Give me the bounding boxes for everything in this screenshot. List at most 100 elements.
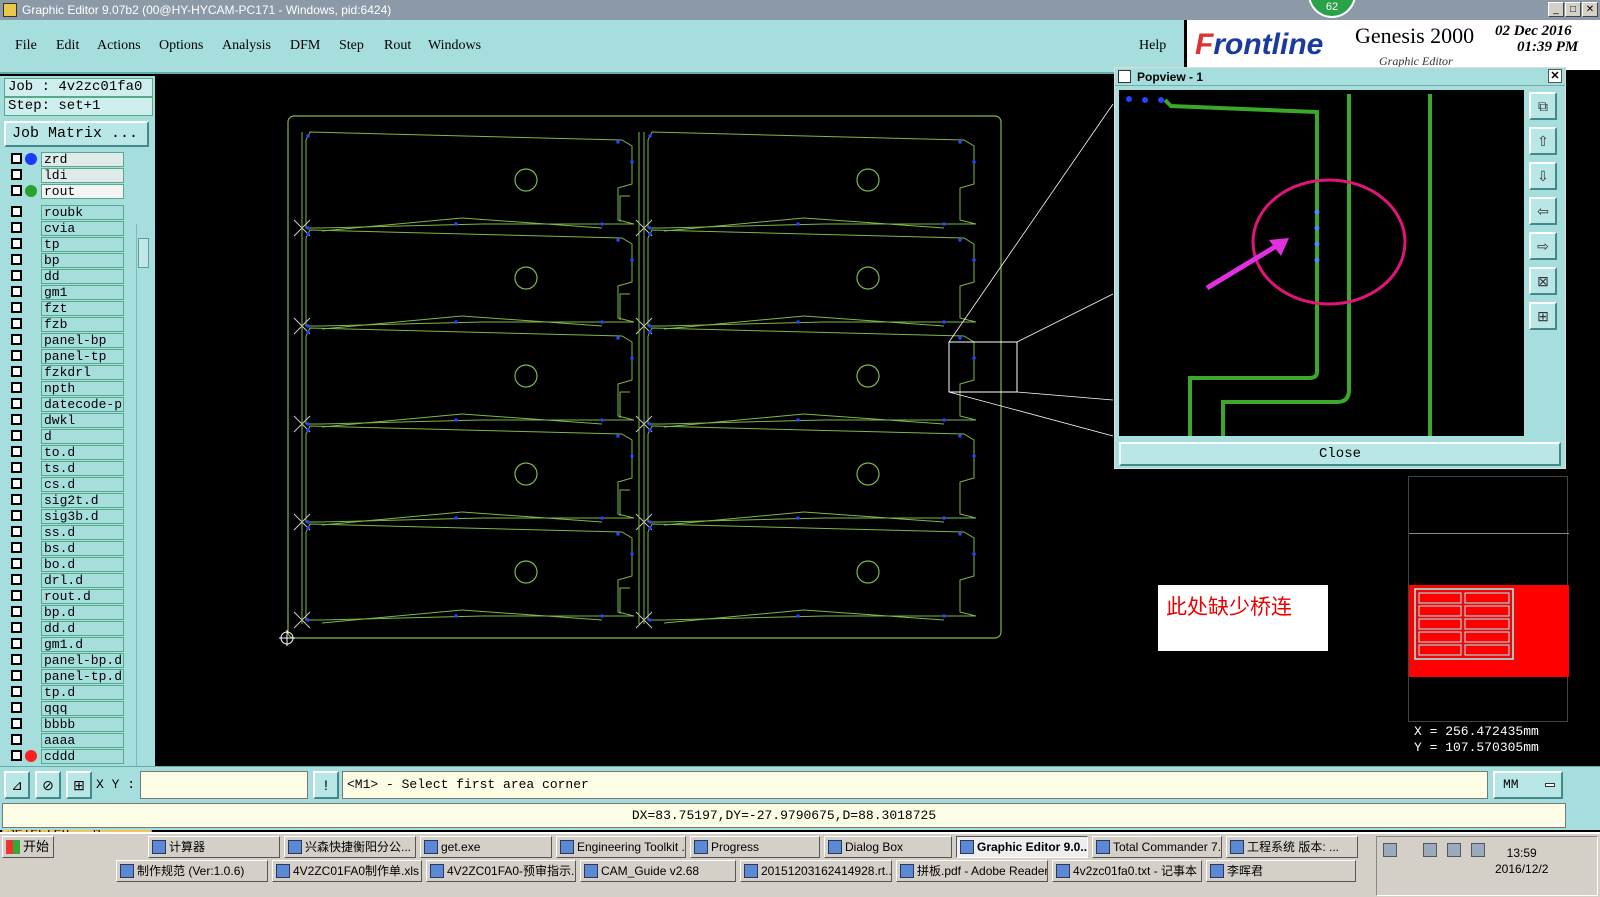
layer-name[interactable]: roubk [41, 205, 124, 220]
layer-row[interactable]: panel-tp [4, 348, 124, 364]
security-icon[interactable] [1447, 843, 1461, 857]
minimize-button[interactable]: _ [1548, 2, 1564, 17]
menu-file[interactable]: File [15, 38, 37, 54]
menu-help[interactable]: Help [1139, 38, 1166, 54]
layer-name[interactable]: bp [41, 253, 124, 268]
layer-name[interactable]: panel-tp [41, 349, 124, 364]
layer-row[interactable]: cddd [4, 748, 124, 764]
layer-checkbox[interactable] [11, 185, 22, 196]
menu-dfm[interactable]: DFM [290, 38, 320, 54]
layer-name[interactable]: rout [41, 184, 124, 199]
layer-row[interactable]: panel-bp.d [4, 652, 124, 668]
taskbar-item[interactable]: 拼板.pdf - Adobe Reader [896, 860, 1048, 882]
taskbar-item[interactable]: CAM_Guide v2.68 [580, 860, 736, 882]
menu-rout[interactable]: Rout [384, 38, 411, 54]
layer-row[interactable]: aaaa [4, 732, 124, 748]
layer-name[interactable]: sig2t.d [41, 493, 124, 508]
layer-row[interactable]: gm1 [4, 284, 124, 300]
layer-name[interactable]: bbbb [41, 717, 124, 732]
layer-row[interactable]: bo.d [4, 556, 124, 572]
layer-row[interactable]: bp.d [4, 604, 124, 620]
layer-name[interactable]: ss.d [41, 525, 124, 540]
layer-name[interactable]: aaaa [41, 733, 124, 748]
taskbar-item[interactable]: Graphic Editor 9.0... [956, 836, 1088, 858]
layer-name[interactable]: npth [41, 381, 124, 396]
taskbar-item[interactable]: 4V2ZC01FA0-预审指示... [426, 860, 576, 882]
taskbar-item[interactable]: Progress [690, 836, 820, 858]
layer-row[interactable]: fzt [4, 300, 124, 316]
layer-checkbox[interactable] [11, 462, 22, 473]
layer-name[interactable]: dwkl [41, 413, 124, 428]
network-icon[interactable] [1383, 843, 1397, 857]
layer-checkbox[interactable] [11, 590, 22, 601]
layer-row[interactable]: ldi [4, 167, 124, 183]
layer-row[interactable]: zrd [4, 151, 124, 167]
layer-checkbox[interactable] [11, 542, 22, 553]
layer-name[interactable]: ts.d [41, 461, 124, 476]
layer-row[interactable]: tp.d [4, 684, 124, 700]
layer-row[interactable]: bbbb [4, 716, 124, 732]
layer-checkbox[interactable] [11, 446, 22, 457]
layer-checkbox[interactable] [11, 718, 22, 729]
layer-checkbox[interactable] [11, 302, 22, 313]
layer-checkbox[interactable] [11, 638, 22, 649]
layer-checkbox[interactable] [11, 350, 22, 361]
layer-name[interactable]: rout.d [41, 589, 124, 604]
layer-row[interactable]: cs.d [4, 476, 124, 492]
layer-row[interactable]: cvia [4, 220, 124, 236]
layer-row[interactable]: sig3b.d [4, 508, 124, 524]
alert-icon[interactable]: ! [313, 771, 339, 799]
layer-checkbox[interactable] [11, 153, 22, 164]
menu-windows[interactable]: Windows [428, 38, 481, 54]
layer-row[interactable]: gm1.d [4, 636, 124, 652]
layer-row[interactable]: dd.d [4, 620, 124, 636]
layer-checkbox[interactable] [11, 169, 22, 180]
layer-row[interactable]: fzkdrl [4, 364, 124, 380]
layer-checkbox[interactable] [11, 478, 22, 489]
volume-icon[interactable] [1423, 843, 1437, 857]
layer-row[interactable]: sig2t.d [4, 492, 124, 508]
layer-name[interactable]: bo.d [41, 557, 124, 572]
layer-name[interactable]: qqq [41, 701, 124, 716]
layer-checkbox[interactable] [11, 222, 22, 233]
layer-checkbox[interactable] [11, 622, 22, 633]
menu-options[interactable]: Options [159, 38, 203, 54]
zoom-in-icon[interactable]: ⊠ [1529, 267, 1557, 295]
popview-close-button[interactable]: Close [1119, 442, 1561, 466]
layer-name[interactable]: bs.d [41, 541, 124, 556]
layer-row[interactable]: panel-tp.d [4, 668, 124, 684]
pan-down-icon[interactable]: ⇩ [1529, 162, 1557, 190]
update-icon[interactable] [1471, 843, 1485, 857]
zoom-out-icon[interactable]: ⊞ [1529, 302, 1557, 330]
pan-right-icon[interactable]: ⇨ [1529, 232, 1557, 260]
layer-checkbox[interactable] [11, 510, 22, 521]
layer-checkbox[interactable] [11, 270, 22, 281]
layer-row[interactable]: rout.d [4, 588, 124, 604]
popview-canvas[interactable] [1119, 90, 1524, 436]
layer-row[interactable]: ts.d [4, 460, 124, 476]
popview-close-icon[interactable]: ✕ [1548, 69, 1562, 83]
layer-checkbox[interactable] [11, 382, 22, 393]
job-matrix-button[interactable]: Job Matrix ... [4, 121, 149, 147]
taskbar-item[interactable]: Dialog Box [824, 836, 952, 858]
close-button[interactable]: ✕ [1582, 2, 1598, 17]
tray-clock[interactable]: 13:59 2016/12/2 [1495, 845, 1548, 877]
layer-checkbox[interactable] [11, 318, 22, 329]
taskbar-item[interactable]: 兴森快捷衡阳分公... [284, 836, 416, 858]
layer-row[interactable]: fzb [4, 316, 124, 332]
measure-icon[interactable]: ⊘ [35, 771, 61, 799]
layer-row[interactable]: to.d [4, 444, 124, 460]
layer-row[interactable]: datecode-pbe [4, 396, 124, 412]
xy-input[interactable] [140, 771, 308, 799]
layer-row[interactable]: ss.d [4, 524, 124, 540]
taskbar-item[interactable]: 制作规范 (Ver:1.0.6) [116, 860, 268, 882]
layer-name[interactable]: fzkdrl [41, 365, 124, 380]
layer-row[interactable]: npth [4, 380, 124, 396]
pan-left-icon[interactable]: ⇦ [1529, 197, 1557, 225]
layer-checkbox[interactable] [11, 606, 22, 617]
layer-row[interactable]: tp [4, 236, 124, 252]
layer-checkbox[interactable] [11, 334, 22, 345]
snap-mode-icon[interactable]: ⊿ [4, 771, 30, 799]
layer-checkbox[interactable] [11, 558, 22, 569]
layer-name[interactable]: dd [41, 269, 124, 284]
